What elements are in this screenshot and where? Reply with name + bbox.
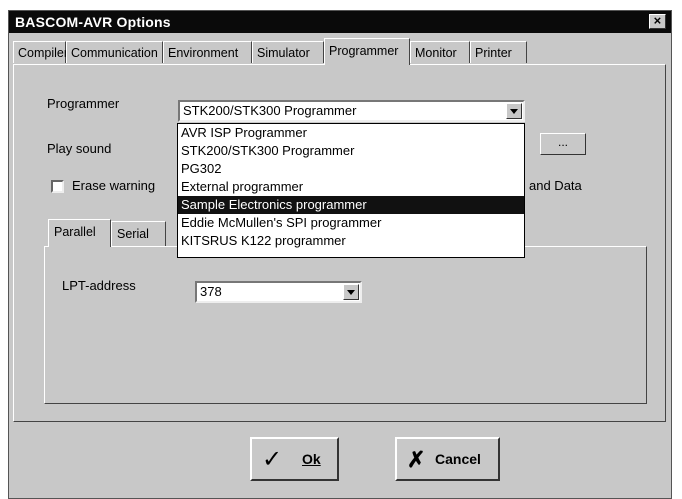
tab-label: Communication [71,46,158,60]
browse-sound-button[interactable]: ... [540,133,586,155]
tab-parallel[interactable]: Parallel [48,219,111,247]
tab-label: Compiler [18,46,69,60]
tab-serial[interactable]: Serial [111,221,166,246]
dropdown-option[interactable]: AVR ISP Programmer [178,124,524,142]
tab-label: Environment [168,46,239,60]
tab-communication[interactable]: Communication [66,41,163,63]
programmer-label: Programmer [47,96,120,111]
left-edge [0,0,2,499]
dropdown-option[interactable]: STK200/STK300 Programmer [178,142,524,160]
ok-button[interactable]: ✓ Ok [250,437,339,481]
programmer-dropdown-list: AVR ISP Programmer STK200/STK300 Program… [177,123,525,258]
tab-label: Serial [117,227,149,241]
tab-label: Parallel [54,225,96,239]
parallel-panel [44,246,647,404]
chevron-down-icon[interactable] [506,103,522,119]
tab-simulator[interactable]: Simulator [252,41,324,63]
dropdown-option[interactable]: KITSRUS K122 programmer [178,232,524,250]
dropdown-option-highlighted[interactable]: Sample Electronics programmer [178,196,524,214]
play-sound-label: Play sound [47,141,112,156]
tab-environment[interactable]: Environment [163,41,252,63]
lpt-address-label: LPT-address [62,278,136,293]
erase-warning-label: Erase warning [72,178,156,193]
code-data-label: and Data [529,178,582,193]
chevron-down-icon[interactable] [343,284,359,300]
programmer-select[interactable]: STK200/STK300 Programmer [178,100,525,122]
programmer-select-value: STK200/STK300 Programmer [183,103,357,118]
tab-label: Monitor [415,46,457,60]
x-icon: ✗ [407,447,426,472]
tab-label: Simulator [257,46,310,60]
cancel-label: Cancel [435,451,481,467]
lpt-address-select[interactable]: 378 [195,281,362,303]
dropdown-option[interactable]: Eddie McMullen's SPI programmer [178,214,524,232]
cancel-button[interactable]: ✗ Cancel [395,437,500,481]
tab-label: Programmer [329,44,399,58]
close-icon: × [653,13,662,28]
erase-warning-checkbox[interactable] [51,180,64,193]
tab-label: Printer [475,46,512,60]
tab-compiler[interactable]: Compiler [13,41,69,63]
close-button[interactable]: × [649,14,666,29]
title-bar: BASCOM-AVR Options × [9,11,671,33]
checkmark-icon: ✓ [262,446,283,473]
tab-printer[interactable]: Printer [470,41,527,63]
dropdown-option[interactable]: External programmer [178,178,524,196]
tab-programmer[interactable]: Programmer [324,38,410,65]
ok-label: Ok [302,451,321,467]
lpt-address-value: 378 [200,284,222,299]
tab-monitor[interactable]: Monitor [410,41,470,63]
dropdown-option[interactable]: PG302 [178,160,524,178]
window-title: BASCOM-AVR Options [15,14,171,30]
